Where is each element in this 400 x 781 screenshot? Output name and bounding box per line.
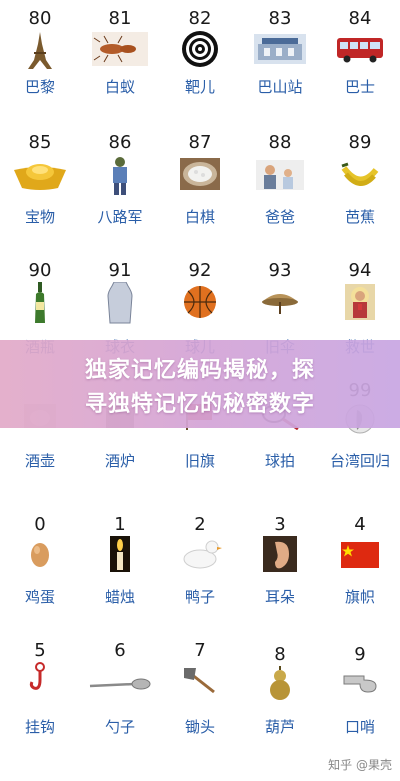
code-label: 芭蕉 <box>344 208 375 226</box>
candle-icon <box>110 536 130 572</box>
egg-icon <box>31 543 49 567</box>
flag-icon <box>341 542 379 568</box>
jersey-icon <box>107 282 133 324</box>
code-label: 球拍 <box>264 452 295 470</box>
code-number: 89 <box>348 132 372 153</box>
code-card-4: 4 旗帜 <box>320 510 400 638</box>
wine-bottle-icon <box>35 282 45 323</box>
code-label: 蜡烛 <box>104 588 135 606</box>
code-number: 8 <box>274 644 286 665</box>
code-card-8: 8 葫芦 <box>240 638 320 781</box>
code-label: 鸭子 <box>184 588 215 606</box>
banner-title-line-2: 寻独特记忆的秘密数字 <box>84 392 315 417</box>
code-label: 八路军 <box>97 208 143 226</box>
go-stones-bowl-icon <box>180 158 220 190</box>
code-number: 4 <box>354 514 366 535</box>
code-label: 勺子 <box>104 718 135 736</box>
duck-icon <box>183 540 222 569</box>
code-label: 靶儿 <box>184 78 215 96</box>
code-number: 85 <box>28 132 52 153</box>
whistle-icon <box>343 675 377 693</box>
code-card-82: 82 靶儿 <box>160 0 240 130</box>
hoe-icon <box>184 668 215 694</box>
code-label: 巴山站 <box>257 78 303 96</box>
old-umbrella-icon <box>262 294 298 314</box>
code-number: 82 <box>188 8 212 29</box>
headline-banner: 独家记忆编码揭秘，探 寻独特记忆的秘密数字 <box>0 340 400 428</box>
code-number: 0 <box>34 514 46 535</box>
code-number: 9 <box>354 644 366 665</box>
code-number: 87 <box>188 132 212 153</box>
father-icon <box>256 160 304 190</box>
code-label: 口哨 <box>344 718 375 736</box>
gourd-icon <box>270 666 290 700</box>
code-card-89: 89 芭蕉 <box>320 130 400 258</box>
station-icon <box>254 34 306 64</box>
code-number: 91 <box>108 260 132 281</box>
code-number: 1 <box>114 514 126 535</box>
code-card-87: 87 白棋 <box>160 130 240 258</box>
code-label: 旗帜 <box>344 588 375 606</box>
code-number: 92 <box>188 260 212 281</box>
code-card-0: 0 鸡蛋 <box>0 510 80 638</box>
code-card-80: 80 巴黎 <box>0 0 80 130</box>
code-card-85: 85 宝物 <box>0 130 80 258</box>
code-label: 酒壶 <box>24 452 55 470</box>
code-label: 鸡蛋 <box>24 588 55 606</box>
code-card-86: 86 八路军 <box>80 130 160 258</box>
code-number: 83 <box>268 8 292 29</box>
code-label: 巴黎 <box>24 78 55 96</box>
code-number: 81 <box>108 8 132 29</box>
code-number: 6 <box>114 640 126 661</box>
code-label: 爸爸 <box>264 208 295 226</box>
soldier-icon <box>113 157 127 195</box>
eiffel-tower-icon <box>28 32 52 69</box>
code-card-5: 5 挂钩 <box>0 638 80 781</box>
banner-title-line-1: 独家记忆编码揭秘，探 <box>84 358 315 383</box>
code-label: 白棋 <box>184 208 215 226</box>
code-card-3: 3 耳朵 <box>240 510 320 638</box>
code-number: 7 <box>194 640 206 661</box>
code-label: 白蚁 <box>104 78 135 96</box>
code-label: 锄头 <box>184 718 215 736</box>
code-card-83: 83 巴山站 <box>240 0 320 130</box>
code-number: 88 <box>268 132 292 153</box>
code-number: 84 <box>348 8 372 29</box>
code-card-2: 2 鸭子 <box>160 510 240 638</box>
basketball-icon <box>184 286 216 318</box>
code-card-88: 88 爸爸 <box>240 130 320 258</box>
code-number: 94 <box>348 260 372 281</box>
code-card-7: 7 锄头 <box>160 638 240 781</box>
code-label: 耳朵 <box>264 588 295 606</box>
ear-icon <box>263 536 297 572</box>
code-label: 酒炉 <box>104 452 135 470</box>
code-number: 86 <box>108 132 132 153</box>
code-number: 80 <box>28 8 52 29</box>
code-number: 93 <box>268 260 292 281</box>
code-label: 台湾回归 <box>329 452 390 470</box>
gold-ingot-icon <box>14 164 66 190</box>
code-number: 90 <box>28 260 52 281</box>
code-card-1: 1 蜡烛 <box>80 510 160 638</box>
code-label: 旧旗 <box>184 452 215 470</box>
termite-icon <box>92 32 148 66</box>
hook-icon <box>29 662 45 690</box>
bus-icon <box>337 38 383 63</box>
savior-icon <box>345 284 375 320</box>
code-card-6: 6 勺子 <box>80 638 160 781</box>
code-number: 5 <box>34 640 46 661</box>
code-label: 巴士 <box>344 78 375 96</box>
watermark: 知乎 @果壳 <box>328 758 392 772</box>
code-label: 宝物 <box>24 208 55 226</box>
banana-icon <box>341 162 379 186</box>
code-number: 2 <box>194 514 206 535</box>
target-icon <box>182 31 218 67</box>
code-card-84: 84 巴士 <box>320 0 400 130</box>
code-label: 葫芦 <box>264 718 295 736</box>
code-number: 3 <box>274 514 286 535</box>
code-label: 挂钩 <box>24 718 55 736</box>
code-card-81: 81 白蚁 <box>80 0 160 130</box>
spoon-icon <box>89 678 151 690</box>
